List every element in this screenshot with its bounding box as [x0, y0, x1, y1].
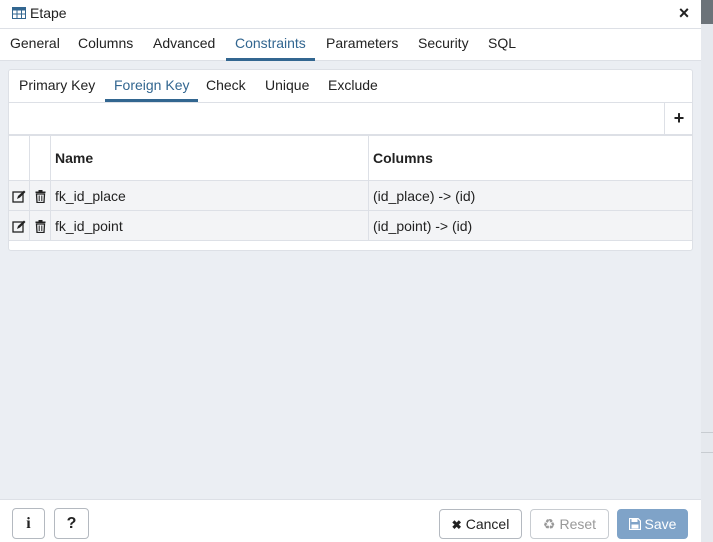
edit-icon: [12, 220, 26, 233]
subtab-exclude[interactable]: Exclude: [328, 70, 378, 99]
tab-advanced[interactable]: Advanced: [153, 29, 215, 58]
tab-sql[interactable]: SQL: [488, 29, 516, 58]
row-name[interactable]: fk_id_point: [50, 210, 369, 241]
cancel-button[interactable]: ✖ Cancel: [439, 509, 522, 539]
table-row: fk_id_point (id_point) -> (id): [9, 210, 692, 241]
scrollbar-mark: [701, 432, 713, 433]
header-delete-col: [29, 135, 51, 181]
help-button[interactable]: ?: [54, 508, 89, 539]
dialog-footer: i ? ✖ Cancel ♻ Reset Save: [0, 499, 701, 542]
tab-constraints[interactable]: Constraints: [226, 29, 315, 61]
constraints-panel: Primary Key Foreign Key Check Unique Exc…: [8, 69, 693, 251]
trash-icon: [35, 190, 45, 204]
reset-label: Reset: [559, 516, 597, 532]
header-edit-col: [9, 135, 30, 181]
save-label: Save: [644, 516, 677, 532]
cancel-label: Cancel: [465, 516, 510, 532]
row-edit-button[interactable]: [9, 180, 30, 211]
dialog-title: Etape: [30, 5, 67, 21]
save-icon: [628, 517, 641, 531]
tab-parameters[interactable]: Parameters: [326, 29, 398, 58]
window-scrollbar[interactable]: [701, 0, 713, 542]
grid-header-row: Name Columns: [9, 135, 692, 181]
scrollbar-thumb[interactable]: [701, 0, 713, 24]
close-button[interactable]: ×: [674, 3, 694, 23]
table-icon: [12, 7, 26, 19]
save-button[interactable]: Save: [617, 509, 688, 539]
grid-toolbar: +: [9, 103, 692, 135]
table-row: fk_id_place (id_place) -> (id): [9, 180, 692, 211]
trash-icon: [35, 220, 45, 234]
row-name[interactable]: fk_id_place: [50, 180, 369, 211]
main-tabs: General Columns Advanced Constraints Par…: [0, 29, 701, 61]
scrollbar-mark: [701, 452, 713, 453]
dialog-titlebar: Etape ×: [0, 0, 701, 29]
row-columns[interactable]: (id_point) -> (id): [368, 210, 692, 241]
row-columns[interactable]: (id_place) -> (id): [368, 180, 692, 211]
edit-icon: [12, 190, 26, 203]
row-delete-button[interactable]: [29, 210, 51, 241]
foreign-key-grid: Name Columns fk_id_place (id_place) -> (…: [9, 135, 692, 241]
reset-button[interactable]: ♻ Reset: [530, 509, 609, 539]
subtab-check[interactable]: Check: [206, 70, 246, 99]
close-icon: ✖: [451, 518, 462, 532]
tab-columns[interactable]: Columns: [78, 29, 133, 58]
recycle-icon: ♻: [542, 516, 556, 532]
tab-security[interactable]: Security: [418, 29, 469, 58]
constraint-subtabs: Primary Key Foreign Key Check Unique Exc…: [9, 70, 692, 103]
subtab-unique[interactable]: Unique: [265, 70, 309, 99]
add-row-button[interactable]: +: [664, 103, 693, 134]
subtab-foreign-key[interactable]: Foreign Key: [105, 70, 199, 102]
tab-general[interactable]: General: [10, 29, 60, 58]
header-columns: Columns: [368, 135, 692, 181]
row-delete-button[interactable]: [29, 180, 51, 211]
subtab-primary-key[interactable]: Primary Key: [19, 70, 95, 99]
table-properties-dialog: Etape × General Columns Advanced Constra…: [0, 0, 701, 542]
info-button[interactable]: i: [12, 508, 45, 539]
row-edit-button[interactable]: [9, 210, 30, 241]
header-name: Name: [50, 135, 369, 181]
